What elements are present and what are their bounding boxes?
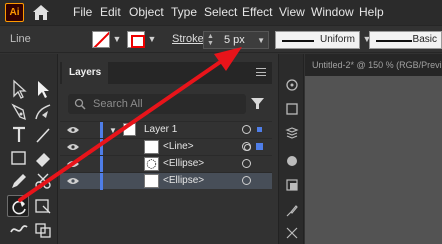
- menu-type[interactable]: Type: [171, 5, 197, 19]
- ellipse-thumbnail: [144, 174, 159, 188]
- layer-row[interactable]: <Ellipse>: [60, 155, 272, 173]
- free-transform-tool-icon[interactable]: [32, 195, 54, 217]
- line-thumbnail: [144, 140, 159, 154]
- search-placeholder: Search All: [93, 98, 143, 110]
- object-type-label: Line: [10, 33, 31, 45]
- fill-swatch[interactable]: [92, 31, 110, 48]
- layer-row[interactable]: <Line>: [60, 138, 272, 156]
- layers-panel: Layers Search All ▼ Layer 1 <Line> <Elli…: [60, 62, 272, 244]
- brushes-icon[interactable]: [285, 204, 299, 218]
- layer-color-bar: [100, 139, 103, 156]
- selection-indicator[interactable]: [257, 127, 262, 132]
- width-tool-icon[interactable]: [8, 218, 30, 240]
- layer-row[interactable]: <Ellipse>: [60, 172, 272, 190]
- color-guide-icon[interactable]: [285, 154, 299, 168]
- scissors-tool-icon[interactable]: [32, 170, 54, 192]
- eraser-tool-icon[interactable]: [32, 147, 54, 169]
- chevron-down-icon[interactable]: ▼: [112, 34, 122, 44]
- menu-window[interactable]: Window: [311, 5, 354, 19]
- layer-thumbnail: [123, 123, 136, 136]
- target-icon[interactable]: [242, 125, 251, 134]
- chevron-down-icon[interactable]: ▼: [147, 34, 157, 44]
- visibility-eye-icon[interactable]: [67, 177, 79, 185]
- rectangle-tool-icon[interactable]: [8, 147, 30, 169]
- shape-builder-tool-icon[interactable]: [32, 218, 54, 240]
- visibility-eye-icon[interactable]: [67, 126, 79, 134]
- visibility-eye-icon[interactable]: [67, 143, 79, 151]
- object-name[interactable]: <Ellipse>: [163, 158, 204, 169]
- rotate-tool-icon[interactable]: [7, 195, 29, 217]
- profile-line-preview: [282, 40, 314, 42]
- selection-indicator[interactable]: [256, 143, 263, 150]
- layer-color-bar: [100, 173, 103, 190]
- curvature-tool-icon[interactable]: [32, 101, 54, 123]
- target-icon[interactable]: [242, 142, 251, 151]
- pencil-tool-icon[interactable]: [8, 170, 30, 192]
- line-segment-tool-icon[interactable]: [32, 124, 54, 146]
- menu-view[interactable]: View: [279, 5, 305, 19]
- menu-select[interactable]: Select: [204, 5, 237, 19]
- document-tab[interactable]: Untitled-2* @ 150 % (RGB/Preview): [312, 60, 442, 70]
- menu-bar: Ai File Edit Object Type Select Effect V…: [0, 0, 442, 25]
- properties-icon[interactable]: [285, 78, 299, 92]
- swatches-icon[interactable]: [285, 178, 299, 192]
- app-logo: Ai: [5, 3, 24, 22]
- layers-search-input[interactable]: Search All: [68, 94, 246, 114]
- libraries-icon[interactable]: [285, 102, 299, 116]
- menu-file[interactable]: File: [73, 5, 92, 19]
- brush-definition-label: Basic: [412, 34, 437, 45]
- chevron-down-icon[interactable]: ▼: [109, 126, 117, 135]
- type-tool-icon[interactable]: [8, 124, 30, 146]
- layer-color-bar: [100, 156, 103, 173]
- brush-line-preview: [376, 40, 412, 42]
- panel-tab-bar: Layers: [60, 62, 272, 84]
- ellipse-thumbnail: [144, 157, 159, 171]
- layer-color-bar: [100, 122, 103, 139]
- stroke-swatch[interactable]: [127, 31, 145, 48]
- target-icon[interactable]: [242, 159, 251, 168]
- visibility-eye-icon[interactable]: [67, 160, 79, 168]
- layer-name[interactable]: Layer 1: [144, 124, 177, 135]
- stroke-weight-value: 5 px: [224, 34, 245, 46]
- symbols-icon[interactable]: [285, 226, 299, 240]
- layers-dock-icon[interactable]: [285, 126, 299, 140]
- brush-definition-dropdown[interactable]: Basic: [369, 31, 442, 49]
- layer-row[interactable]: ▼ Layer 1: [60, 121, 272, 139]
- menu-edit[interactable]: Edit: [100, 5, 121, 19]
- panel-dock: [278, 54, 304, 244]
- object-name[interactable]: <Ellipse>: [163, 175, 204, 186]
- menu-object[interactable]: Object: [129, 5, 164, 19]
- filter-icon[interactable]: [251, 97, 264, 110]
- panel-menu-icon[interactable]: [256, 68, 266, 76]
- object-name[interactable]: <Line>: [163, 141, 194, 152]
- tools-panel: [0, 54, 58, 244]
- search-icon: [74, 98, 86, 110]
- target-icon[interactable]: [242, 176, 251, 185]
- variable-width-profile-dropdown[interactable]: Uniform: [275, 31, 360, 49]
- variable-width-profile-label: Uniform: [319, 34, 355, 45]
- selection-tool-icon[interactable]: [8, 78, 30, 100]
- pen-tool-icon[interactable]: [8, 101, 30, 123]
- home-icon[interactable]: [32, 4, 50, 21]
- document-tab-bar: Untitled-2* @ 150 % (RGB/Preview): [305, 54, 442, 76]
- chevron-down-icon[interactable]: ▼: [257, 36, 265, 45]
- stroke-panel-link[interactable]: Stroke:: [172, 33, 207, 45]
- menu-help[interactable]: Help: [359, 5, 384, 19]
- direct-selection-tool-icon[interactable]: [32, 78, 54, 100]
- stepper-icon[interactable]: ▲ ▼: [207, 33, 214, 47]
- menu-effect[interactable]: Effect: [242, 5, 272, 19]
- stroke-weight-field[interactable]: ▲ ▼ 5 px ▼: [203, 31, 269, 49]
- control-bar: Line ▼ ▼ Stroke: ▲ ▼ 5 px ▼ Uniform ▼ Bas…: [0, 25, 442, 53]
- artboard-canvas[interactable]: [305, 76, 442, 244]
- tab-layers[interactable]: Layers: [62, 62, 109, 84]
